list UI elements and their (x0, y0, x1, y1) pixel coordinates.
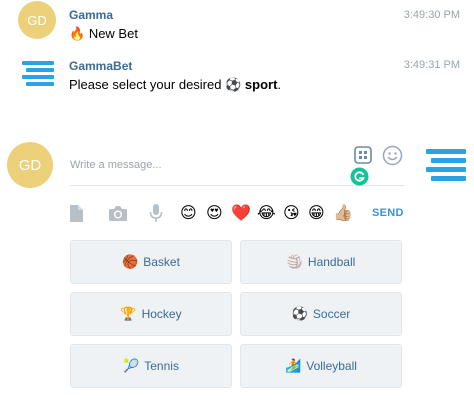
message-period: . (277, 77, 282, 92)
keyboard-button-hockey[interactable]: 🏆 Hockey (70, 292, 232, 336)
fire-emoji: 🔥 (69, 26, 86, 41)
message-body: Please select your desired (69, 77, 222, 92)
keyboard-button-label: Handball (307, 255, 356, 269)
message-text: Please select your desired ⚽ sport. (69, 77, 281, 93)
tennis-ball-emoji: 🎾 (123, 358, 140, 373)
message-time: 3:49:30 PM (403, 9, 460, 21)
bot-commands-icon[interactable] (426, 149, 466, 183)
grammarly-icon[interactable] (349, 166, 369, 186)
keyboard-button-handball[interactable]: 🏐 Handball (240, 240, 402, 284)
message-text: 🔥 New Bet (69, 26, 138, 42)
quick-emoji-thumbs-up[interactable]: 👍🏼 (333, 204, 353, 222)
keyboard-button-label: Basket (143, 255, 180, 269)
surfer-emoji: 🏄 (285, 358, 302, 373)
camera-icon[interactable] (107, 203, 129, 223)
keyboard-button-volleyball[interactable]: 🏄 Volleyball (240, 344, 402, 388)
avatar[interactable]: GD (18, 1, 56, 39)
send-button[interactable]: SEND (372, 207, 404, 219)
smiley-icon[interactable] (381, 144, 403, 166)
quick-emoji-smile[interactable]: 😊 (180, 204, 197, 222)
message-bold-word: sport (244, 77, 278, 92)
quick-emoji-heart-eyes[interactable]: 😍 (206, 204, 223, 222)
message-time: 3:49:31 PM (403, 59, 460, 71)
message-gammabet: GammaBet 3:49:31 PM Please select your d… (0, 52, 474, 102)
quick-emoji-heart[interactable]: ❤️ (231, 204, 251, 222)
quick-emoji-grin[interactable]: 😁 (308, 204, 325, 222)
quick-emoji-kiss[interactable]: 😘 (283, 204, 300, 222)
sender-name[interactable]: Gamma (69, 8, 113, 22)
trophy-emoji: 🏆 (120, 306, 137, 321)
keyboard-button-tennis[interactable]: 🎾 Tennis (70, 344, 232, 388)
sender-name[interactable]: GammaBet (69, 59, 132, 73)
soccer-ball-emoji: ⚽ (225, 77, 242, 92)
keyboard-button-label: Volleyball (306, 359, 357, 373)
message-body: New Bet (88, 26, 138, 41)
keyboard-button-label: Tennis (144, 359, 179, 373)
keyboard-button-soccer[interactable]: ⚽ Soccer (240, 292, 402, 336)
file-icon[interactable] (67, 203, 85, 223)
quick-emoji-joy[interactable]: 😂 (257, 204, 276, 222)
message-gamma: GD Gamma 3:49:30 PM 🔥 New Bet (0, 0, 474, 60)
avatar[interactable]: GD (7, 142, 53, 188)
microphone-icon[interactable] (147, 202, 165, 224)
emoji-panel-icon[interactable] (353, 145, 373, 165)
basketball-emoji: 🏀 (122, 254, 139, 269)
keyboard-button-basket[interactable]: 🏀 Basket (70, 240, 232, 284)
volleyball-ball-emoji: 🏐 (286, 254, 303, 269)
keyboard-button-label: Soccer (312, 307, 351, 321)
gammabet-logo-icon[interactable] (22, 61, 54, 87)
soccer-ball-emoji: ⚽ (291, 306, 308, 321)
keyboard-button-label: Hockey (141, 307, 182, 321)
